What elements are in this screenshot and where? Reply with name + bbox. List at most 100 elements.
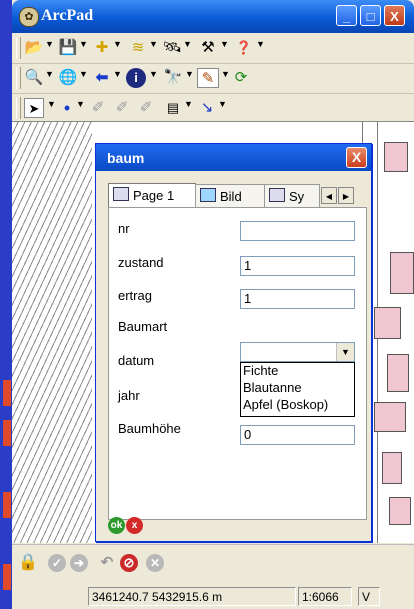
status-bar: 3461240.7 5432915.6 m 1:6066 V [12, 584, 414, 609]
attribute-dialog: baum X Page 1 Bild Sy ◀ ▶ nr zustand 1 e… [95, 143, 372, 542]
title-bar[interactable]: ✿ ArcPad _ □ X [12, 0, 414, 33]
tab-label: Page 1 [133, 188, 175, 203]
toolbar-grip[interactable] [16, 97, 21, 119]
toolbar-editing: ➤ ▼ • ▼ ✐ ✐ ✐ ▤ ▼ ↘ ▼ [12, 93, 414, 122]
chevron-down-icon[interactable]: ▼ [45, 69, 54, 79]
map-parcel [387, 354, 409, 392]
dialog-title: baum [107, 150, 145, 166]
toolbar-grip[interactable] [16, 67, 21, 89]
tab-label: Sy [289, 189, 305, 204]
dialog-close-button[interactable]: X [346, 147, 367, 168]
dropdown-option[interactable]: Blautanne [241, 380, 354, 397]
refresh-icon[interactable]: ⟳ [231, 68, 251, 88]
gps-icon[interactable]: 🛰 [162, 38, 182, 58]
baumart-select[interactable]: ▼ [240, 342, 355, 362]
zustand-input[interactable]: 1 [240, 256, 355, 276]
chevron-down-icon[interactable]: ▼ [336, 343, 354, 361]
map-parcel [374, 307, 401, 339]
toolbar-grip[interactable] [16, 37, 21, 59]
help-icon[interactable]: ❓ [234, 38, 254, 58]
back-arrow-icon[interactable]: ⬅ [92, 68, 112, 88]
desktop-mark [3, 420, 11, 446]
scale-readout[interactable]: 1:6066 [298, 587, 352, 606]
lock-icon[interactable]: 🔒 [18, 554, 38, 572]
add-layer-icon[interactable]: ✚ [92, 38, 112, 58]
chevron-down-icon[interactable]: ▼ [47, 99, 56, 109]
forward-icon[interactable]: ➔ [70, 554, 88, 572]
chevron-down-icon[interactable]: ▼ [184, 99, 193, 109]
segment-icon[interactable]: ↘ [198, 98, 216, 118]
desktop-mark [3, 380, 11, 406]
zoom-in-icon[interactable]: 🔍 [24, 68, 44, 88]
edit-icon[interactable]: ✎ [197, 68, 219, 88]
ok-button[interactable]: ok [108, 517, 125, 534]
tab-page-1[interactable]: Page 1 [108, 183, 196, 208]
polygon-icon[interactable]: ✐ [112, 98, 132, 118]
bottom-toolbar: 🔒 ✓ ➔ ↶ ⊘ ✕ [12, 544, 414, 581]
arcpad-logo-icon: ✿ [19, 7, 39, 27]
pointer-icon[interactable]: ➤ [24, 98, 44, 118]
dropdown-option[interactable]: Apfel (Boskop) [241, 397, 354, 414]
map-parcel [390, 252, 414, 294]
toolbar-file: 📂 ▼ 💾 ▼ ✚ ▼ ≋ ▼ 🛰 ▼ ⚒ ▼ ❓ ▼ [12, 33, 414, 64]
tab-scroll-right-icon[interactable]: ▶ [338, 187, 354, 204]
chevron-down-icon[interactable]: ▼ [45, 39, 54, 49]
minimize-button[interactable]: _ [336, 5, 357, 26]
chevron-down-icon[interactable]: ▼ [185, 69, 194, 79]
chevron-down-icon[interactable]: ▼ [149, 39, 158, 49]
edit-vertex-icon[interactable]: ✐ [136, 98, 156, 118]
map-parcel [389, 497, 411, 525]
dialog-title-bar[interactable]: baum X [96, 144, 371, 171]
nr-input[interactable] [240, 221, 355, 241]
close-button[interactable]: X [384, 5, 405, 26]
chevron-down-icon[interactable]: ▼ [113, 69, 122, 79]
status-extra: V [358, 587, 380, 606]
coordinates-readout: 3461240.7 5432915.6 m [88, 587, 296, 606]
dropdown-option[interactable]: Fichte [241, 363, 354, 380]
baumhoehe-input[interactable]: 0 [240, 425, 355, 445]
no-entry-icon[interactable]: ⊘ [120, 554, 138, 572]
tools-icon[interactable]: ⚒ [198, 38, 218, 58]
form-icon [269, 188, 285, 202]
maximize-button[interactable]: □ [360, 5, 381, 26]
field-label-ertrag: ertrag [118, 288, 152, 303]
layers-icon[interactable]: ≋ [128, 38, 148, 58]
point-icon[interactable]: • [59, 98, 75, 118]
chevron-down-icon[interactable]: ▼ [256, 39, 265, 49]
field-label-baumart: Baumart [118, 319, 168, 334]
form-icon [113, 187, 129, 201]
tab-label: Bild [220, 189, 242, 204]
undo-icon[interactable]: ↶ [98, 554, 116, 572]
ertrag-input[interactable]: 1 [240, 289, 355, 309]
open-folder-icon[interactable]: 📂 [24, 38, 44, 58]
chevron-down-icon[interactable]: ▼ [149, 69, 158, 79]
desktop-mark [3, 564, 11, 590]
tab-symbology[interactable]: Sy [264, 184, 320, 207]
info-icon[interactable]: i [126, 68, 146, 88]
field-label-datum: datum [118, 353, 155, 368]
save-icon[interactable]: 💾 [58, 38, 78, 58]
line-icon[interactable]: ✐ [88, 98, 108, 118]
tab-bild[interactable]: Bild [195, 184, 265, 207]
chevron-down-icon[interactable]: ▼ [76, 99, 85, 109]
map-hatched-area [12, 122, 92, 543]
chevron-down-icon[interactable]: ▼ [183, 39, 192, 49]
check-icon[interactable]: ✓ [48, 554, 66, 572]
toolbar-navigation: 🔍 ▼ 🌐 ▼ ⬅ ▼ i ▼ 🔭 ▼ ✎ ▼ ⟳ [12, 63, 414, 94]
chevron-down-icon[interactable]: ▼ [113, 39, 122, 49]
chevron-down-icon[interactable]: ▼ [221, 69, 230, 79]
dialog-tabs: Page 1 Bild Sy ◀ ▶ [108, 183, 366, 208]
chevron-down-icon[interactable]: ▼ [220, 39, 229, 49]
field-label-jahr: jahr [118, 388, 140, 403]
globe-icon[interactable]: 🌐 [58, 68, 78, 88]
cancel-icon[interactable]: ✕ [146, 554, 164, 572]
tab-scroll-left-icon[interactable]: ◀ [321, 187, 337, 204]
table-icon[interactable]: ▤ [164, 98, 182, 118]
cancel-button[interactable]: x [126, 517, 143, 534]
chevron-down-icon[interactable]: ▼ [218, 99, 227, 109]
field-label-baumhoehe: Baumhöhe [118, 421, 181, 436]
chevron-down-icon[interactable]: ▼ [79, 39, 88, 49]
image-icon [200, 188, 216, 202]
chevron-down-icon[interactable]: ▼ [79, 69, 88, 79]
find-icon[interactable]: 🔭 [162, 68, 184, 88]
